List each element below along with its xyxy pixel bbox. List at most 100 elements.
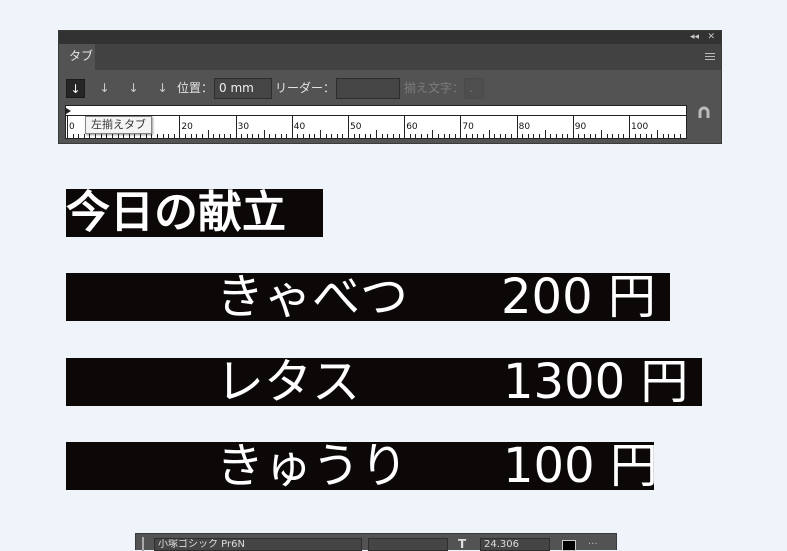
ruler-tick xyxy=(72,134,74,138)
ruler-tick xyxy=(550,134,552,138)
ruler-tick xyxy=(662,134,664,138)
font-size-input[interactable]: 24.306 xyxy=(480,538,550,551)
ruler-tick xyxy=(106,134,108,138)
ruler-label: 80 xyxy=(518,122,531,132)
ruler-tick xyxy=(274,134,276,138)
item-price: 1300 円 xyxy=(503,354,689,410)
ruler-tick xyxy=(100,134,102,138)
ruler-tick xyxy=(185,134,187,138)
ruler-tick xyxy=(201,134,203,138)
ruler-label: 40 xyxy=(293,122,306,132)
ruler-tick xyxy=(336,134,338,138)
ruler-tick xyxy=(308,134,310,138)
ruler-tick xyxy=(128,134,130,138)
ruler-tick xyxy=(348,116,349,138)
leader-input[interactable] xyxy=(336,78,400,99)
fill-color-swatch[interactable] xyxy=(562,540,576,551)
ruler-tick xyxy=(561,134,563,138)
align-on-input[interactable]: . xyxy=(464,78,484,99)
right-tab-icon[interactable]: ↓ xyxy=(124,79,143,98)
grip-handle[interactable] xyxy=(142,537,144,551)
ruler-tick xyxy=(145,134,147,138)
font-style-select[interactable] xyxy=(368,538,448,551)
tab-ruler-area[interactable]: 0 20 30 40 50 60 70 80 90 100 左揃えタブ xyxy=(65,105,687,139)
left-tab-icon[interactable]: ↓ xyxy=(66,79,85,98)
ruler-tick xyxy=(617,134,619,138)
ruler-tick xyxy=(499,134,501,138)
ruler-tick xyxy=(679,134,681,138)
ruler-tick xyxy=(78,134,80,138)
ruler-tick xyxy=(544,130,546,138)
ruler-tick xyxy=(196,134,198,138)
position-input[interactable]: 0 mm xyxy=(214,78,272,99)
panel-tab-row: タブ xyxy=(59,44,721,70)
ruler-tick xyxy=(207,130,209,138)
item-price: 200 円 xyxy=(501,269,656,325)
ruler-tick xyxy=(426,134,428,138)
ruler-tick xyxy=(297,134,299,138)
ruler-tick xyxy=(567,134,569,138)
ruler-tick xyxy=(449,134,451,138)
font-family-select[interactable]: 小塚ゴシック Pr6N xyxy=(154,538,362,551)
ruler-label: 60 xyxy=(406,122,418,132)
left-tab-marker[interactable] xyxy=(66,108,71,114)
magnet-icon[interactable] xyxy=(697,106,711,120)
ruler-label: 0 xyxy=(69,122,75,132)
ruler-tick xyxy=(668,134,670,138)
ruler-tick xyxy=(432,130,434,138)
ruler-tick xyxy=(263,130,265,138)
tab-toolbar: ↓ ↓ ↓ ↓ 位置： 0 mm リーダー： 揃え文字： . xyxy=(59,75,721,103)
list-item: きゅうり 100 円 xyxy=(66,442,658,490)
ruler-tick xyxy=(117,134,119,138)
ruler-tick xyxy=(471,134,473,138)
list-item: きゃべつ 200 円 xyxy=(66,273,670,321)
ruler-tick xyxy=(494,134,496,138)
close-icon[interactable]: ✕ xyxy=(707,31,715,44)
align-on-label: 揃え文字： xyxy=(404,81,465,95)
ruler-tick xyxy=(516,116,518,138)
ruler-tick xyxy=(629,116,630,138)
ruler-tick xyxy=(156,134,158,138)
menu-icon[interactable] xyxy=(705,53,715,61)
position-label: 位置： xyxy=(177,81,214,95)
ruler-tick xyxy=(437,134,439,138)
ruler-tick xyxy=(140,134,142,138)
center-tab-icon[interactable]: ↓ xyxy=(95,79,114,98)
ruler-tick xyxy=(673,134,675,138)
list-item: レタス 1300 円 xyxy=(66,358,702,406)
ruler-tick xyxy=(252,134,254,138)
ruler-tick xyxy=(443,134,445,138)
ruler-tick xyxy=(606,134,608,138)
ruler-tick xyxy=(241,134,243,138)
ruler-tick xyxy=(404,116,406,138)
ruler-label: 90 xyxy=(574,122,587,132)
ruler-tick xyxy=(466,134,468,138)
ruler-tick xyxy=(409,134,411,138)
collapse-icon[interactable]: ◂◂ xyxy=(690,31,699,44)
ruler-tick xyxy=(162,134,164,138)
item-name: レタス xyxy=(216,354,361,410)
ruler-tick xyxy=(134,134,136,138)
ruler-tick xyxy=(246,134,248,138)
ruler-tick xyxy=(342,134,344,138)
ruler-tick xyxy=(280,134,282,138)
ruler-tick xyxy=(376,130,378,138)
ruler-tick xyxy=(353,134,355,138)
tab-stop-strip[interactable] xyxy=(65,105,687,116)
ruler-tick xyxy=(392,134,394,138)
ruler-tick xyxy=(89,134,91,138)
ruler-label: 50 xyxy=(350,122,362,132)
ruler-tick xyxy=(589,134,591,138)
ruler-tick xyxy=(651,134,653,138)
ruler-tick xyxy=(555,134,557,138)
tab-tabs[interactable]: タブ xyxy=(59,44,95,70)
ruler-tick xyxy=(168,134,170,138)
tooltip: 左揃えタブ xyxy=(85,116,152,134)
decimal-tab-icon[interactable]: ↓ xyxy=(153,79,172,98)
ruler-label: 30 xyxy=(237,122,250,132)
tab-ruler[interactable]: 0 20 30 40 50 60 70 80 90 100 xyxy=(65,116,687,139)
ruler-tick xyxy=(286,134,288,138)
more-icon[interactable]: ··· xyxy=(588,540,598,550)
ruler-tick xyxy=(533,134,535,138)
item-name: きゃべつ xyxy=(216,269,409,325)
